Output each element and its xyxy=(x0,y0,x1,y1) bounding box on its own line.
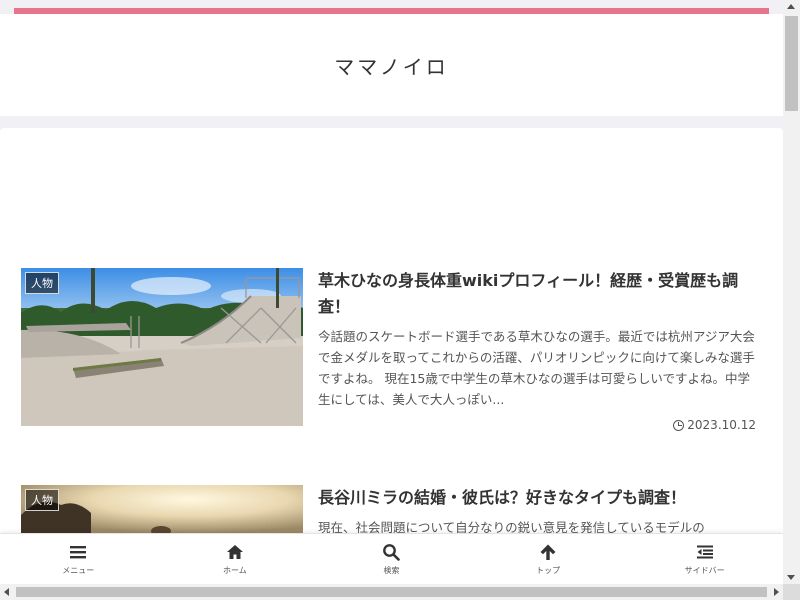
search-label: 検索 xyxy=(383,565,400,575)
scrollbar-corner xyxy=(783,584,800,600)
post-date: 2023.10.12 xyxy=(673,418,756,432)
post-body: 長谷川ミラの結婚・彼氏は？好きなタイプも調査！ 現在、社会問題について自分なりの… xyxy=(318,485,758,538)
home-icon xyxy=(226,544,243,559)
vertical-scroll-thumb[interactable] xyxy=(785,16,798,111)
scroll-down-icon[interactable] xyxy=(787,575,795,580)
post-card[interactable]: 人物 草木ひなの身長体重wikiプロフィール！経歴・受賞歴も調査！ 今話題のスケ… xyxy=(21,268,761,438)
category-badge[interactable]: 人物 xyxy=(25,489,59,511)
horizontal-scrollbar[interactable] xyxy=(0,584,783,600)
scroll-up-icon[interactable] xyxy=(787,4,795,9)
post-title[interactable]: 草木ひなの身長体重wikiプロフィール！経歴・受賞歴も調査！ xyxy=(318,268,758,320)
home-label: ホーム xyxy=(223,565,247,575)
horizontal-scroll-thumb[interactable] xyxy=(16,587,767,597)
sidebar-label: サイドバー xyxy=(684,565,725,575)
sunset-image xyxy=(21,485,303,533)
sidebar-icon xyxy=(696,545,713,558)
sidebar-button[interactable]: サイドバー xyxy=(626,534,783,584)
clock-icon xyxy=(673,419,685,431)
post-title[interactable]: 長谷川ミラの結婚・彼氏は？好きなタイプも調査！ xyxy=(318,485,758,511)
post-date-text: 2023.10.12 xyxy=(687,418,756,432)
scroll-right-icon[interactable] xyxy=(774,588,779,596)
post-excerpt: 今話題のスケートボード選手である草木ひなの選手。最近では杭州アジア大会で金メダル… xyxy=(318,329,755,407)
menu-button[interactable]: メニュー xyxy=(0,534,157,584)
post-thumbnail[interactable]: 人物 xyxy=(21,268,303,426)
menu-label: メニュー xyxy=(62,565,95,575)
arrow-up-icon xyxy=(540,544,556,560)
site-title[interactable]: ママノイロ xyxy=(334,51,448,80)
vertical-scrollbar[interactable] xyxy=(783,0,800,584)
post-thumbnail[interactable]: 人物 xyxy=(21,485,303,533)
skatepark-image xyxy=(21,268,303,426)
home-button[interactable]: ホーム xyxy=(157,534,314,584)
category-badge[interactable]: 人物 xyxy=(25,272,59,294)
search-icon xyxy=(383,543,401,561)
search-button[interactable]: 検索 xyxy=(313,534,470,584)
post-body: 草木ひなの身長体重wikiプロフィール！経歴・受賞歴も調査！ 今話題のスケートボ… xyxy=(318,268,758,410)
top-label: トップ xyxy=(536,565,561,575)
menu-icon xyxy=(70,545,87,558)
scroll-left-icon[interactable] xyxy=(4,588,9,596)
site-header: ママノイロ xyxy=(0,14,783,116)
top-button[interactable]: トップ xyxy=(470,534,627,584)
bottom-navigation: メニュー ホーム 検索 トップ サイドバー xyxy=(0,533,783,584)
